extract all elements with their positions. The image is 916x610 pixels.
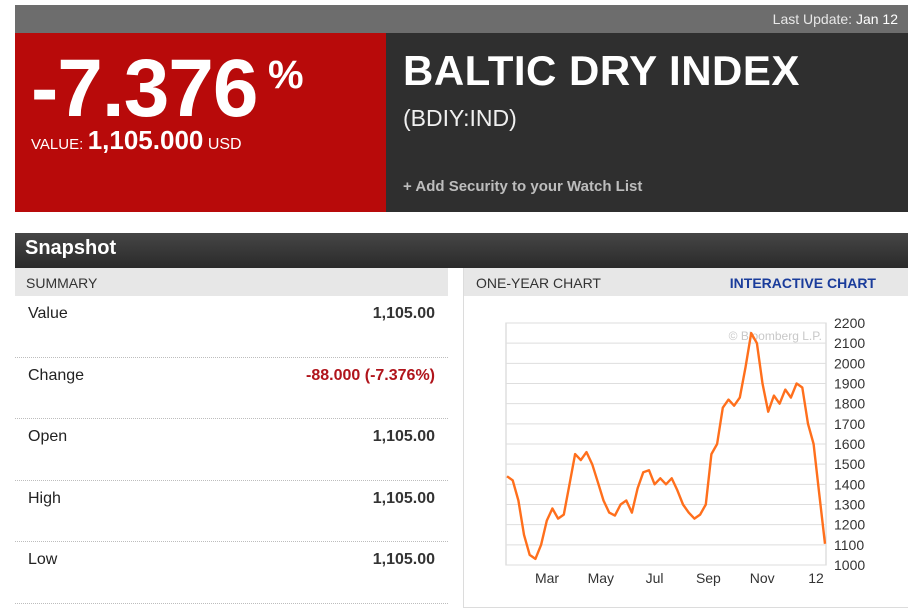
row-label: Low xyxy=(28,551,58,568)
last-update-label: Last Update: xyxy=(772,11,853,27)
summary-row-change: Change -88.000 (-7.376%) xyxy=(15,358,448,419)
row-label: Open xyxy=(28,428,68,445)
row-value: 1,105.00 xyxy=(372,551,435,568)
percent-sign: % xyxy=(268,53,304,97)
one-year-chart: 1000 1100 1200 1300 1400 1500 1600 1700 1800 1900… xyxy=(505,315,865,586)
value-row: VALUE: 1,105.000 USD xyxy=(31,125,242,156)
y-tick-label: 1200 xyxy=(834,517,865,533)
security-panel: BALTIC DRY INDEX (BDIY:IND) + Add Securi… xyxy=(386,33,908,212)
y-tick-label: 1900 xyxy=(834,376,865,392)
y-tick-label: 2000 xyxy=(834,355,865,371)
chart-panel: ONE-YEAR CHART INTERACTIVE CHART 1000 110… xyxy=(463,268,908,608)
row-value: 1,105.00 xyxy=(372,305,435,322)
row-value: -88.000 (-7.376%) xyxy=(306,366,435,384)
change-panel: -7.376 % VALUE: 1,105.000 USD xyxy=(15,33,386,212)
summary-row-low: Low 1,105.00 xyxy=(15,542,448,604)
last-update-bar: Last Update: Jan 12 xyxy=(15,5,908,33)
chart-title: ONE-YEAR CHART xyxy=(476,275,601,291)
summary-row-open: Open 1,105.00 xyxy=(15,419,448,481)
row-value: 1,105.00 xyxy=(372,428,435,445)
row-label: Value xyxy=(28,305,68,322)
security-ticker: (BDIY:IND) xyxy=(403,105,517,131)
row-label: High xyxy=(28,489,61,507)
chart-header: ONE-YEAR CHART INTERACTIVE CHART xyxy=(464,268,908,296)
x-tick-label: Jul xyxy=(646,570,664,586)
summary-row-value: Value 1,105.00 xyxy=(15,296,448,358)
y-tick-label: 1500 xyxy=(834,456,865,472)
add-to-watchlist-link[interactable]: + Add Security to your Watch List xyxy=(403,178,642,195)
value-label: VALUE: xyxy=(31,136,84,153)
y-tick-label: 2100 xyxy=(834,335,865,351)
x-tick-label: 12 xyxy=(808,570,824,586)
change-percent: -7.376 xyxy=(31,43,259,134)
value-currency: USD xyxy=(207,136,242,153)
x-tick-label: Sep xyxy=(696,570,721,586)
y-tick-label: 1300 xyxy=(834,497,865,513)
summary-panel: SUMMARY Value 1,105.00 Change -88.000 (-… xyxy=(15,268,448,608)
value-number: 1,105.000 xyxy=(87,125,204,155)
security-name: BALTIC DRY INDEX xyxy=(403,47,800,94)
y-tick-label: 1600 xyxy=(834,436,865,452)
y-tick-label: 1400 xyxy=(834,476,865,492)
y-tick-label: 1800 xyxy=(834,396,865,412)
x-tick-label: Mar xyxy=(535,570,559,586)
x-tick-label: Nov xyxy=(750,570,775,586)
quote-header: -7.376 % VALUE: 1,105.000 USD BALTIC DRY… xyxy=(15,33,908,212)
summary-row-high: High 1,105.00 xyxy=(15,481,448,542)
snapshot-title: Snapshot xyxy=(15,233,908,268)
y-tick-label: 1100 xyxy=(834,537,864,553)
y-tick-label: 2200 xyxy=(834,315,865,331)
row-label: Change xyxy=(28,366,85,384)
interactive-chart-link[interactable]: INTERACTIVE CHART xyxy=(730,275,876,291)
bloomberg-watermark: © Bloomberg L.P. xyxy=(729,329,822,343)
y-tick-label: 1000 xyxy=(834,557,865,573)
x-tick-label: May xyxy=(588,570,614,586)
y-tick-label: 1700 xyxy=(834,416,865,432)
row-value: 1,105.00 xyxy=(372,489,435,507)
last-update-date: Jan 12 xyxy=(855,11,898,27)
summary-header: SUMMARY xyxy=(15,268,448,296)
